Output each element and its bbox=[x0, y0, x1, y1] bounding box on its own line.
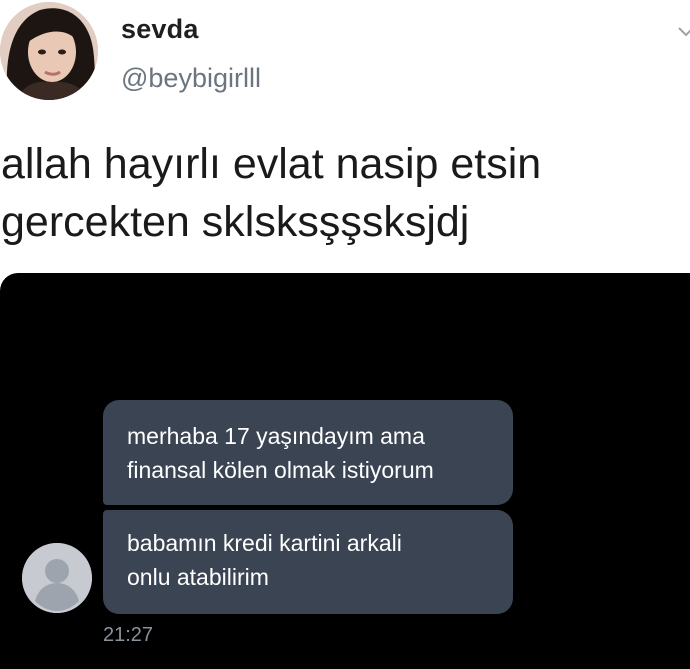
message-bubble: merhaba 17 yaşındayım ama finansal kölen… bbox=[103, 400, 513, 505]
tweet-line: allah hayırlı evlat nasip etsin bbox=[1, 140, 542, 188]
message-bubble: babamın kredi kartini arkali onlu atabil… bbox=[103, 510, 513, 614]
tweet-text: allah hayırlı evlat nasip etsin gercekte… bbox=[1, 135, 541, 251]
user-handle[interactable]: @beybigirlll bbox=[121, 63, 261, 94]
message-line: merhaba 17 yaşındayım ama bbox=[127, 423, 425, 449]
tweet-line: gercekten sklsksşşsksjdj bbox=[1, 198, 470, 246]
tweet-screenshot: sevda @beybigirlll allah hayırlı evlat n… bbox=[0, 0, 690, 669]
profile-avatar[interactable] bbox=[0, 2, 98, 100]
default-avatar-icon bbox=[22, 543, 92, 613]
message-line: onlu atabilirim bbox=[127, 564, 269, 590]
chevron-down-icon[interactable] bbox=[676, 22, 690, 42]
message-line: babamın kredi kartini arkali bbox=[127, 530, 402, 556]
message-line: finansal kölen olmak istiyorum bbox=[127, 457, 434, 483]
dm-screenshot: merhaba 17 yaşındayım ama finansal kölen… bbox=[0, 273, 690, 669]
display-name[interactable]: sevda bbox=[121, 14, 199, 45]
message-timestamp: 21:27 bbox=[103, 624, 154, 646]
profile-photo bbox=[0, 2, 98, 100]
